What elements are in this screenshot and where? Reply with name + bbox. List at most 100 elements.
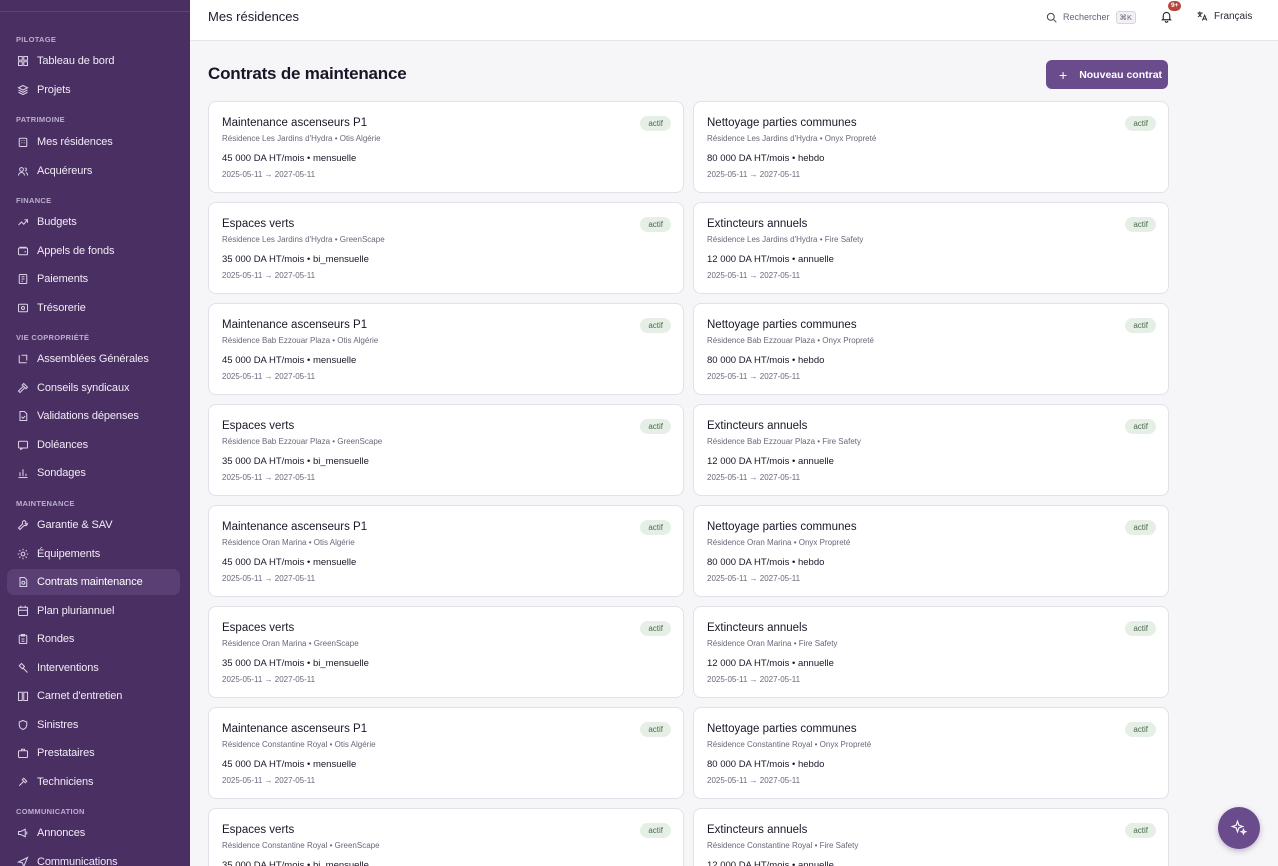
contract-name: Nettoyage parties communes	[707, 723, 857, 735]
clipboard-icon	[16, 633, 29, 646]
contract-residence-provider: Résidence Constantine Royal • GreenScape	[222, 841, 380, 850]
sidebar-item-validations-depenses[interactable]: Validations dépenses	[7, 403, 180, 429]
sidebar-item-rondes[interactable]: Rondes	[7, 626, 180, 652]
sidebar-item-tableau-de-bord[interactable]: Tableau de bord	[7, 48, 180, 74]
contract-card[interactable]: Nettoyage parties communes Résidence Bab …	[693, 303, 1169, 395]
section-label: PILOTAGE	[16, 35, 57, 44]
building-icon	[16, 136, 29, 149]
contract-price: 12 000 DA HT/mois • annuelle	[707, 860, 834, 866]
sidebar-item-techniciens[interactable]: Techniciens	[7, 769, 180, 795]
contract-card[interactable]: Maintenance ascenseurs P1 Résidence Const…	[208, 707, 684, 799]
contract-card[interactable]: Nettoyage parties communes Résidence Cons…	[693, 707, 1169, 799]
page-title: Contrats de maintenance	[208, 64, 407, 83]
wrench-icon	[16, 519, 29, 532]
gear-icon	[16, 548, 29, 561]
status-badge: actif	[1125, 621, 1156, 636]
contract-card[interactable]: Maintenance ascenseurs P1 Résidence Oran …	[208, 505, 684, 597]
sidebar: PILOTAGE Tableau de bord Projets PATRIMOINE…	[0, 0, 190, 866]
sidebar-item-label: Projets	[37, 84, 71, 96]
contract-card[interactable]: Espaces verts Résidence Constantine Royal…	[208, 808, 684, 866]
contract-residence-provider: Résidence Bab Ezzouar Plaza • Onyx Propr…	[707, 336, 874, 345]
contract-price: 80 000 DA HT/mois • hebdo	[707, 153, 825, 164]
contract-card[interactable]: Extincteurs annuels Résidence Constantine…	[693, 808, 1169, 866]
sidebar-item-label: Plan pluriannuel	[37, 605, 115, 617]
sidebar-item-conseils-syndicaux[interactable]: Conseils syndicaux	[7, 375, 180, 401]
contract-name: Maintenance ascenseurs P1	[222, 723, 368, 735]
contract-residence-provider: Résidence Bab Ezzouar Plaza • Otis Algér…	[222, 336, 379, 345]
contract-price: 45 000 DA HT/mois • mensuelle	[222, 557, 357, 568]
contract-price: 35 000 DA HT/mois • bi_mensuelle	[222, 860, 369, 866]
contract-card[interactable]: Extincteurs annuels Résidence Les Jardins…	[693, 202, 1169, 294]
sidebar-item-assemblees-generales[interactable]: Assemblées Générales	[7, 346, 180, 372]
sparkles-icon	[1230, 819, 1248, 836]
send-icon	[16, 856, 29, 866]
sidebar-item-carnet-d-entretien[interactable]: Carnet d'entretien	[7, 683, 180, 709]
search-button[interactable]: Rechercher ⌘K	[1046, 9, 1137, 25]
status-badge: actif	[1125, 823, 1156, 838]
sidebar-item-label: Conseils syndicaux	[37, 382, 130, 394]
contract-card[interactable]: Maintenance ascenseurs P1 Résidence Les J…	[208, 101, 684, 193]
status-badge: actif	[640, 419, 671, 434]
contract-name: Nettoyage parties communes	[707, 319, 857, 331]
contract-card[interactable]: Extincteurs annuels Résidence Bab Ezzouar…	[693, 404, 1169, 496]
contract-name: Maintenance ascenseurs P1	[222, 521, 368, 533]
sidebar-item-sondages[interactable]: Sondages	[7, 460, 180, 486]
sidebar-item-tresorerie[interactable]: Trésorerie	[7, 295, 180, 321]
new-contract-button[interactable]: + Nouveau contrat	[1046, 60, 1168, 89]
sidebar-item-label: Doléances	[37, 439, 89, 451]
top-bar: Mes résidences Rechercher ⌘K 9+ Français	[190, 0, 1278, 41]
sidebar-item-label: Sondages	[37, 467, 86, 479]
contract-card[interactable]: Nettoyage parties communes Résidence Oran…	[693, 505, 1169, 597]
contract-price: 80 000 DA HT/mois • hebdo	[707, 355, 825, 366]
contract-dates: 2025-05-11 → 2027-05-11	[222, 170, 316, 179]
sidebar-item-projets[interactable]: Projets	[7, 77, 180, 103]
sidebar-item-acquereurs[interactable]: Acquéreurs	[7, 158, 180, 184]
status-badge: actif	[640, 116, 671, 131]
language-switcher[interactable]: Français	[1196, 10, 1252, 22]
sidebar-item-appels-de-fonds[interactable]: Appels de fonds	[7, 238, 180, 264]
dashboard-icon	[16, 55, 29, 68]
contract-card[interactable]: Maintenance ascenseurs P1 Résidence Bab E…	[208, 303, 684, 395]
sidebar-item-label: Équipements	[37, 548, 101, 560]
status-badge: actif	[640, 722, 671, 737]
notifications-button[interactable]	[1160, 10, 1174, 24]
contract-price: 45 000 DA HT/mois • mensuelle	[222, 153, 357, 164]
sidebar-item-contrats-maintenance[interactable]: Contrats maintenance	[7, 569, 180, 595]
contract-price: 12 000 DA HT/mois • annuelle	[707, 254, 834, 265]
contract-dates: 2025-05-11 → 2027-05-11	[222, 675, 316, 684]
sidebar-item-doleances[interactable]: Doléances	[7, 432, 180, 458]
sidebar-item-plan-pluriannuel[interactable]: Plan pluriannuel	[7, 598, 180, 624]
contract-residence-provider: Résidence Les Jardins d'Hydra • Otis Alg…	[222, 134, 381, 143]
sidebar-item-budgets[interactable]: Budgets	[7, 209, 180, 235]
contract-dates: 2025-05-11 → 2027-05-11	[707, 675, 801, 684]
contract-card[interactable]: Espaces verts Résidence Oran Marina • Gre…	[208, 606, 684, 698]
status-badge: actif	[1125, 217, 1156, 232]
status-badge: actif	[1125, 520, 1156, 535]
sidebar-item-communications[interactable]: Communications	[7, 849, 180, 866]
sidebar-item-sinistres[interactable]: Sinistres	[7, 712, 180, 738]
contract-dates: 2025-05-11 → 2027-05-11	[707, 776, 801, 785]
contract-card[interactable]: Nettoyage parties communes Résidence Les …	[693, 101, 1169, 193]
status-badge: actif	[1125, 722, 1156, 737]
contract-card[interactable]: Extincteurs annuels Résidence Oran Marina…	[693, 606, 1169, 698]
contract-residence-provider: Résidence Oran Marina • Otis Algérie	[222, 538, 355, 547]
contract-dates: 2025-05-11 → 2027-05-11	[707, 271, 801, 280]
section-label: COMMUNICATION	[16, 807, 85, 816]
status-badge: actif	[640, 318, 671, 333]
sidebar-item-garantie-sav[interactable]: Garantie & SAV	[7, 512, 180, 538]
book-icon	[16, 690, 29, 703]
contract-card[interactable]: Espaces verts Résidence Bab Ezzouar Plaza…	[208, 404, 684, 496]
sidebar-divider	[0, 11, 190, 12]
sidebar-item-equipements[interactable]: Équipements	[7, 541, 180, 567]
sidebar-item-prestataires[interactable]: Prestataires	[7, 740, 180, 766]
sidebar-item-label: Rondes	[37, 633, 75, 645]
ai-assistant-button[interactable]	[1218, 807, 1260, 849]
calendar-icon	[16, 605, 29, 618]
message-icon	[16, 439, 29, 452]
sidebar-item-interventions[interactable]: Interventions	[7, 655, 180, 681]
sidebar-item-paiements[interactable]: Paiements	[7, 266, 180, 292]
sidebar-item-annonces[interactable]: Annonces	[7, 820, 180, 846]
contract-card[interactable]: Espaces verts Résidence Les Jardins d'Hyd…	[208, 202, 684, 294]
sidebar-item-mes-residences[interactable]: Mes résidences	[7, 129, 180, 155]
section-label: PATRIMOINE	[16, 115, 65, 124]
